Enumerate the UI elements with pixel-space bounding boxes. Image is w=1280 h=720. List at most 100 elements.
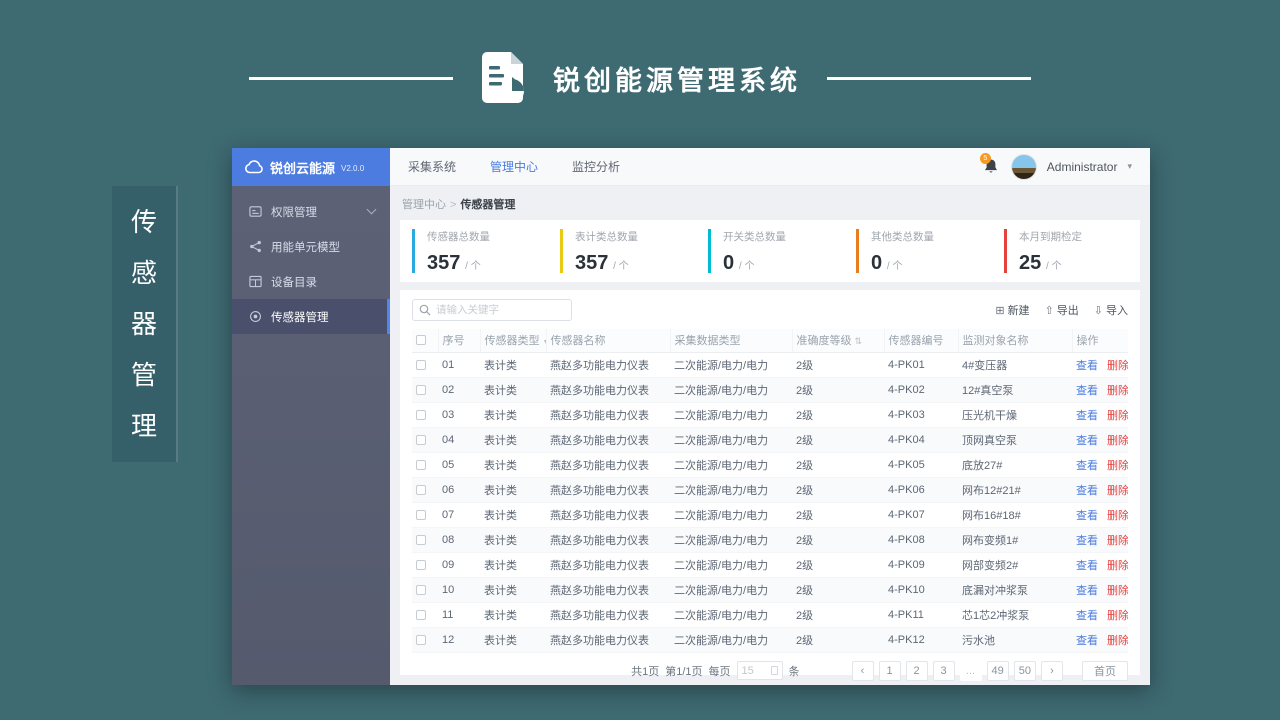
- row-checkbox[interactable]: [416, 559, 426, 570]
- row-checkbox[interactable]: [416, 434, 426, 445]
- sidebar-item-device-catalog[interactable]: 设备目录: [232, 264, 390, 299]
- row-checkbox[interactable]: [416, 484, 426, 495]
- page-size-input[interactable]: 15: [736, 661, 783, 680]
- stat-unit: / 个: [1043, 261, 1062, 272]
- page-number-button[interactable]: 2: [905, 660, 928, 681]
- app-logo: 锐创云能源 V2.0.0: [232, 148, 390, 186]
- view-link[interactable]: 查看: [1076, 485, 1098, 497]
- search-icon: [419, 304, 431, 316]
- energy-unit-icon: [249, 240, 262, 253]
- sidebar-item-label: 权限管理: [271, 206, 317, 219]
- view-link[interactable]: 查看: [1076, 435, 1098, 447]
- first-page-button[interactable]: 首页: [1082, 660, 1128, 681]
- row-no: 01: [438, 352, 480, 378]
- sidebar-item-energy-unit[interactable]: 用能单元模型: [232, 229, 390, 264]
- delete-link[interactable]: 删除: [1107, 435, 1128, 447]
- row-checkbox-cell: [412, 402, 438, 428]
- delete-link[interactable]: 删除: [1107, 585, 1128, 597]
- next-page-button[interactable]: ›: [1041, 660, 1063, 681]
- view-link[interactable]: 查看: [1076, 385, 1098, 397]
- search-input[interactable]: [436, 304, 565, 316]
- delete-link[interactable]: 删除: [1107, 535, 1128, 547]
- page-number-button[interactable]: 3: [932, 660, 955, 681]
- view-link[interactable]: 查看: [1076, 535, 1098, 547]
- page-number-button[interactable]: 49: [986, 660, 1009, 681]
- data-type: 二次能源/电力/电力: [670, 377, 792, 403]
- view-link[interactable]: 查看: [1076, 410, 1098, 422]
- delete-link[interactable]: 删除: [1107, 410, 1128, 422]
- sensor-type: 表计类: [480, 577, 546, 603]
- delete-link[interactable]: 删除: [1107, 485, 1128, 497]
- topnav-item[interactable]: 采集系统: [408, 158, 456, 175]
- user-dropdown-caret-icon[interactable]: ▾: [1127, 161, 1132, 172]
- accuracy-level: 2级: [792, 427, 884, 453]
- breadcrumb-separator: >: [450, 199, 457, 211]
- view-link[interactable]: 查看: [1076, 360, 1098, 372]
- sidebar-item-sensor[interactable]: 传感器管理: [232, 299, 390, 334]
- delete-link[interactable]: 删除: [1107, 610, 1128, 622]
- column-header: 操作: [1071, 329, 1128, 353]
- row-checkbox[interactable]: [416, 509, 426, 520]
- import-button[interactable]: ⇩ 导入: [1094, 302, 1128, 318]
- table-row: 09 表计类 燕赵多功能电力仪表 二次能源/电力/电力 2级 4-PK09 网部变频2# 查看…: [412, 552, 1128, 578]
- filter-icon[interactable]: ▼: [543, 339, 547, 346]
- export-button[interactable]: ⇧ 导出: [1045, 302, 1079, 318]
- delete-link[interactable]: 删除: [1107, 560, 1128, 572]
- username-label[interactable]: Administrator: [1047, 160, 1118, 174]
- delete-link[interactable]: 删除: [1107, 360, 1128, 372]
- page-number-button[interactable]: 50: [1013, 660, 1036, 681]
- breadcrumb: 管理中心 > 传感器管理: [402, 196, 1140, 212]
- column-header: 传感器类型▼: [479, 329, 547, 353]
- delete-link[interactable]: 删除: [1107, 385, 1128, 397]
- view-link[interactable]: 查看: [1076, 510, 1098, 522]
- prev-page-button[interactable]: ‹: [851, 660, 874, 681]
- delete-link[interactable]: 删除: [1107, 635, 1128, 647]
- breadcrumb-parent[interactable]: 管理中心: [402, 199, 446, 211]
- row-checkbox[interactable]: [416, 409, 426, 420]
- view-link[interactable]: 查看: [1076, 635, 1098, 647]
- row-checkbox[interactable]: [416, 359, 426, 370]
- search-box[interactable]: [412, 299, 572, 321]
- delete-link[interactable]: 删除: [1107, 460, 1128, 472]
- row-actions: 查看 删除: [1072, 577, 1128, 603]
- stat-unit: / 个: [884, 261, 903, 272]
- view-link[interactable]: 查看: [1076, 610, 1098, 622]
- monitor-target: 底放27#: [958, 452, 1072, 478]
- row-actions: 查看 删除: [1072, 452, 1128, 478]
- view-link[interactable]: 查看: [1076, 585, 1098, 597]
- delete-link[interactable]: 删除: [1107, 510, 1128, 522]
- user-avatar[interactable]: [1010, 153, 1037, 180]
- row-checkbox[interactable]: [416, 459, 426, 470]
- select-all-checkbox[interactable]: [416, 335, 426, 346]
- row-checkbox[interactable]: [416, 584, 426, 595]
- row-checkbox[interactable]: [416, 609, 426, 620]
- stat-value: 357 / 个: [575, 252, 629, 274]
- sensor-code: 4-PK11: [884, 602, 958, 628]
- data-type: 二次能源/电力/电力: [670, 352, 792, 378]
- sort-icon[interactable]: ⇅: [855, 336, 863, 346]
- column-header: 监测对象名称: [957, 329, 1072, 353]
- table-row: 01 表计类 燕赵多功能电力仪表 二次能源/电力/电力 2级 4-PK01 4#变压器 查看删…: [412, 352, 1128, 378]
- stat-card: 表计类总数量 357 / 个: [560, 229, 696, 273]
- topnav-items: 采集系统 管理中心 监控分析: [408, 158, 620, 175]
- row-checkbox[interactable]: [416, 634, 426, 645]
- sensor-code: 4-PK02: [884, 377, 958, 403]
- page-size-stepper-icon[interactable]: [770, 666, 778, 675]
- page-number-button[interactable]: 1: [878, 660, 901, 681]
- row-checkbox-cell: [412, 602, 438, 628]
- sidebar-item-permission[interactable]: 权限管理: [232, 194, 390, 229]
- view-link[interactable]: 查看: [1076, 560, 1098, 572]
- row-checkbox[interactable]: [416, 534, 426, 545]
- topnav-item[interactable]: 管理中心: [490, 158, 538, 175]
- new-button[interactable]: ⊞ 新建: [995, 302, 1029, 318]
- row-checkbox[interactable]: [416, 384, 426, 395]
- view-link[interactable]: 查看: [1076, 460, 1098, 472]
- topnav-item[interactable]: 监控分析: [572, 158, 620, 175]
- pagination-current: 第1/1页: [665, 665, 703, 678]
- sensor-code: 4-PK08: [884, 527, 958, 553]
- notification-bell-button[interactable]: 5: [979, 152, 1001, 176]
- sensor-name: 燕赵多功能电力仪表: [546, 577, 670, 603]
- accuracy-level: 2级: [792, 377, 884, 403]
- column-header: 采集数据类型: [669, 329, 792, 353]
- sensor-name: 燕赵多功能电力仪表: [546, 477, 670, 503]
